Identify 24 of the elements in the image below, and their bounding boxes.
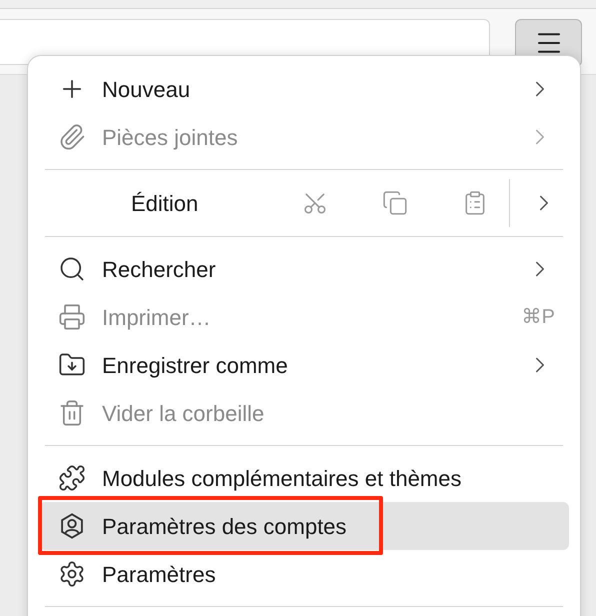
menu-item-label: Modules complémentaires et thèmes (102, 464, 462, 493)
menu-item-label: Enregistrer comme (102, 352, 288, 380)
settings-icon (58, 560, 86, 588)
menu-item[interactable]: Paramètres des comptes (39, 502, 569, 550)
menu-item[interactable]: Modules complémentaires et thèmes (39, 454, 569, 502)
shortcut-label: ⌘P (522, 305, 555, 330)
menu-item-label: Édition (131, 190, 200, 218)
printer-icon (58, 303, 86, 331)
menu-item-label: Paramètres (102, 560, 216, 588)
menu-item-label: Nouveau (102, 76, 190, 104)
menu-item-label: Vider la corbeille (102, 400, 264, 428)
trash-icon (58, 399, 86, 427)
puzzle-icon (58, 464, 86, 492)
menu-item-label: Imprimer… (102, 304, 211, 332)
copy-icon (382, 190, 408, 216)
paperclip-icon (58, 123, 86, 151)
menu-item[interactable]: Rechercher (39, 245, 569, 293)
search-icon (58, 255, 86, 283)
menu-item-label: Paramètres des comptes (102, 512, 347, 541)
menu-item[interactable]: Nouveau (39, 65, 569, 113)
menu-item-label: Rechercher (102, 256, 216, 284)
menu-item[interactable]: Paramètres (39, 550, 569, 598)
menu-item-label: Pièces jointes (102, 124, 238, 152)
menu-item[interactable]: Enregistrer comme (39, 341, 569, 389)
